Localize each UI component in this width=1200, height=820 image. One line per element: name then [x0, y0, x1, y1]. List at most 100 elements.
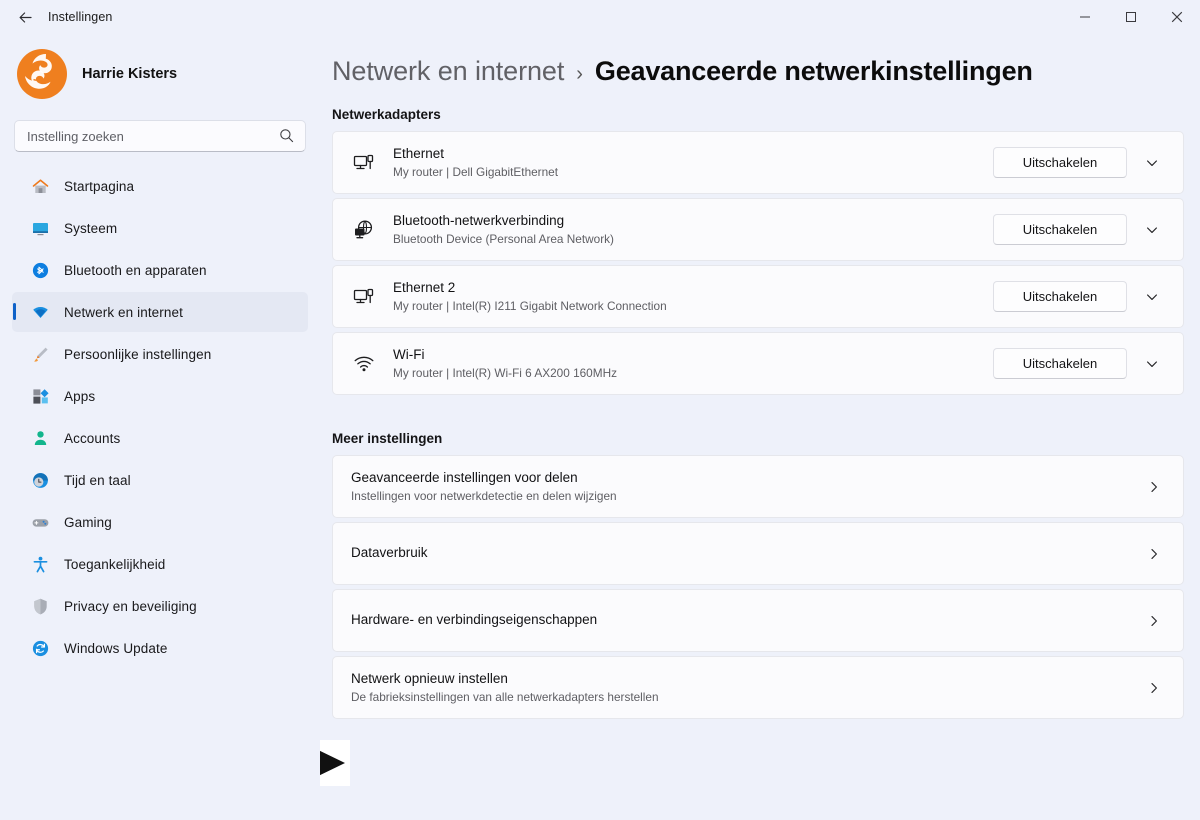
search-input[interactable] — [14, 120, 306, 152]
minimize-button[interactable] — [1062, 0, 1108, 34]
sidebar-item-windows-update[interactable]: Windows Update — [12, 628, 308, 668]
adapter-detail: My router | Intel(R) I211 Gigabit Networ… — [393, 298, 667, 313]
sidebar-item-toegankelijkheid[interactable]: Toegankelijkheid — [12, 544, 308, 584]
sidebar-item-privacy-en-beveiliging[interactable]: Privacy en beveiliging — [12, 586, 308, 626]
sidebar-item-label: Netwerk en internet — [64, 304, 183, 320]
adapter-text: Ethernet My router | Dell GigabitEtherne… — [379, 145, 993, 181]
sidebar-item-accounts[interactable]: Accounts — [12, 418, 308, 458]
privacy-shield-icon — [30, 596, 50, 616]
adapter-actions: Uitschakelen — [993, 348, 1169, 379]
main-content: Netwerk en internet › Geavanceerde netwe… — [320, 34, 1200, 820]
settings-link-subtitle: De fabrieksinstellingen van alle netwerk… — [351, 689, 659, 704]
sidebar-item-label: Bluetooth en apparaten — [64, 262, 207, 278]
adapter-row[interactable]: Bluetooth-netwerkverbinding Bluetooth De… — [332, 198, 1184, 261]
settings-link-subtitle: Instellingen voor netwerkdetectie en del… — [351, 488, 617, 503]
adapter-actions: Uitschakelen — [993, 147, 1169, 178]
adapter-row[interactable]: Ethernet 2 My router | Intel(R) I211 Gig… — [332, 265, 1184, 328]
time-icon — [30, 470, 50, 490]
close-icon — [1171, 11, 1183, 23]
settings-link-text: Hardware- en verbindingseigenschappen — [349, 611, 1139, 629]
chevron-right-icon: › — [576, 63, 583, 85]
minimize-icon — [1080, 16, 1090, 18]
adapter-row[interactable]: Ethernet My router | Dell GigabitEtherne… — [332, 131, 1184, 194]
adapter-detail: Bluetooth Device (Personal Area Network) — [393, 231, 614, 246]
settings-link-text: Netwerk opnieuw instellen De fabrieksins… — [349, 670, 1139, 706]
sidebar-item-label: Gaming — [64, 514, 112, 530]
sidebar-item-bluetooth-en-apparaten[interactable]: Bluetooth en apparaten — [12, 250, 308, 290]
sidebar-item-label: Accounts — [64, 430, 121, 446]
sidebar-item-label: Persoonlijke instellingen — [64, 346, 212, 362]
bluetooth-icon — [30, 260, 50, 280]
search-section — [14, 120, 306, 152]
settings-link-title: Dataverbruik — [351, 545, 428, 561]
sidebar-item-persoonlijke-instellingen[interactable]: Persoonlijke instellingen — [12, 334, 308, 374]
adapter-actions: Uitschakelen — [993, 214, 1169, 245]
disable-button[interactable]: Uitschakelen — [993, 214, 1127, 245]
disable-button[interactable]: Uitschakelen — [993, 348, 1127, 379]
bluetooth-network-icon — [349, 218, 379, 242]
window-body: Harrie Kisters Instelling zoeken Startpa… — [0, 34, 1200, 820]
sidebar-item-systeem[interactable]: Systeem — [12, 208, 308, 248]
home-icon — [30, 176, 50, 196]
expand-button[interactable] — [1135, 147, 1169, 178]
personalization-icon — [30, 344, 50, 364]
sidebar-item-label: Apps — [64, 388, 96, 404]
sidebar-item-label: Windows Update — [64, 640, 168, 656]
chevron-right-icon[interactable] — [1139, 614, 1169, 628]
sidebar-item-netwerk-en-internet[interactable]: Netwerk en internet — [12, 292, 308, 332]
adapter-actions: Uitschakelen — [993, 281, 1169, 312]
expand-button[interactable] — [1135, 348, 1169, 379]
settings-link-row-reset[interactable]: Netwerk opnieuw instellen De fabrieksins… — [332, 656, 1184, 719]
chevron-down-icon — [1147, 226, 1157, 233]
sidebar-item-gaming[interactable]: Gaming — [12, 502, 308, 542]
settings-link-title: Geavanceerde instellingen voor delen — [351, 469, 578, 485]
settings-link-title: Hardware- en verbindingseigenschappen — [351, 612, 598, 628]
disable-button[interactable]: Uitschakelen — [993, 147, 1127, 178]
expand-button[interactable] — [1135, 214, 1169, 245]
breadcrumb-parent-link[interactable]: Netwerk en internet — [332, 56, 564, 87]
back-button[interactable] — [8, 2, 42, 32]
settings-link-row[interactable]: Dataverbruik — [332, 522, 1184, 585]
chevron-down-icon — [1147, 159, 1157, 166]
page-title: Geavanceerde netwerkinstellingen — [594, 56, 1033, 86]
account-section[interactable]: Harrie Kisters — [0, 34, 320, 110]
settings-link-text: Geavanceerde instellingen voor delen Ins… — [349, 469, 1139, 505]
window-controls — [1062, 0, 1200, 34]
sidebar-item-tijd-en-taal[interactable]: Tijd en taal — [12, 460, 308, 500]
disable-button[interactable]: Uitschakelen — [993, 281, 1127, 312]
sidebar-nav: Startpagina Systeem Bluetooth en apparat… — [0, 164, 320, 820]
chevron-right-icon[interactable] — [1139, 681, 1169, 695]
search-icon — [279, 128, 294, 148]
sidebar-item-label: Startpagina — [64, 178, 135, 194]
expand-button[interactable] — [1135, 281, 1169, 312]
adapter-name: Ethernet — [393, 145, 445, 161]
adapter-name: Bluetooth-netwerkverbinding — [393, 212, 565, 228]
network-icon — [30, 302, 50, 322]
settings-link-row[interactable]: Hardware- en verbindingseigenschappen — [332, 589, 1184, 652]
adapter-row[interactable]: Wi-Fi My router | Intel(R) Wi-Fi 6 AX200… — [332, 332, 1184, 395]
breadcrumb: Netwerk en internet › Geavanceerde netwe… — [332, 34, 1184, 93]
accounts-icon — [30, 428, 50, 448]
adapter-name: Wi-Fi — [393, 346, 425, 362]
chevron-right-icon[interactable] — [1139, 547, 1169, 561]
pointing-arrow-annotation — [320, 740, 350, 786]
back-arrow-icon — [19, 11, 32, 23]
adapter-detail: My router | Intel(R) Wi-Fi 6 AX200 160MH… — [393, 365, 617, 380]
sidebar-item-startpagina[interactable]: Startpagina — [12, 166, 308, 206]
adapter-text: Bluetooth-netwerkverbinding Bluetooth De… — [379, 212, 993, 248]
sidebar-item-label: Tijd en taal — [64, 472, 131, 488]
sidebar-item-apps[interactable]: Apps — [12, 376, 308, 416]
settings-link-row[interactable]: Geavanceerde instellingen voor delen Ins… — [332, 455, 1184, 518]
sidebar-item-label: Systeem — [64, 220, 118, 236]
chevron-right-icon[interactable] — [1139, 480, 1169, 494]
settings-window: Instellingen Harrie Kisters Instelling z… — [0, 0, 1200, 820]
close-button[interactable] — [1154, 0, 1200, 34]
settings-link-text: Dataverbruik — [349, 544, 1139, 562]
chevron-down-icon — [1147, 293, 1157, 300]
section-heading-more: Meer instellingen — [332, 431, 443, 446]
sidebar-item-label: Toegankelijkheid — [64, 556, 166, 572]
ethernet-icon — [349, 151, 379, 175]
adapter-text: Wi-Fi My router | Intel(R) Wi-Fi 6 AX200… — [379, 346, 993, 382]
maximize-button[interactable] — [1108, 0, 1154, 34]
user-logo-icon — [17, 49, 67, 99]
